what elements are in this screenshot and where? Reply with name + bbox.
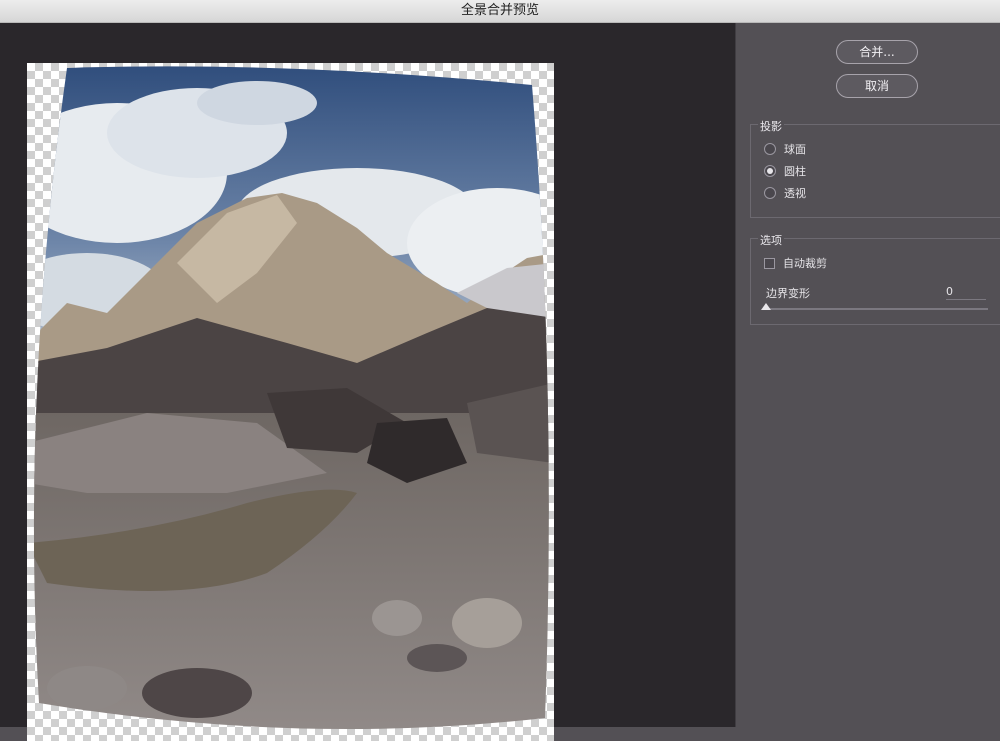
preview-canvas xyxy=(0,23,735,741)
auto-crop-option[interactable]: 自动裁剪 xyxy=(764,255,827,271)
boundary-warp-slider-track[interactable] xyxy=(764,308,988,310)
merge-button[interactable]: 合并... xyxy=(836,40,918,64)
projection-option-spherical[interactable]: 球面 xyxy=(764,141,806,157)
projection-option-label: 透视 xyxy=(784,187,806,200)
cancel-button[interactable]: 取消 xyxy=(836,74,918,98)
settings-panel: 合并... 取消 投影 球面 圆柱 透视 选项 自动裁剪 边界变形 0 xyxy=(735,23,1000,727)
projection-option-perspective[interactable]: 透视 xyxy=(764,185,806,201)
projection-option-label: 圆柱 xyxy=(784,165,806,178)
boundary-warp-slider-thumb[interactable] xyxy=(761,303,771,310)
projection-option-cylindrical[interactable]: 圆柱 xyxy=(764,163,806,179)
panorama-preview xyxy=(27,63,554,741)
radio-cylindrical[interactable] xyxy=(764,165,776,177)
auto-crop-label: 自动裁剪 xyxy=(783,257,827,270)
projection-title: 投影 xyxy=(758,118,784,134)
options-group xyxy=(750,238,1000,325)
options-title: 选项 xyxy=(758,232,784,248)
window-title: 全景合并预览 xyxy=(0,0,1000,23)
projection-option-label: 球面 xyxy=(784,143,806,156)
boundary-warp-value[interactable]: 0 xyxy=(946,285,986,300)
panorama-image xyxy=(33,66,549,730)
radio-spherical[interactable] xyxy=(764,143,776,155)
boundary-warp-label: 边界变形 xyxy=(766,287,810,300)
auto-crop-checkbox[interactable] xyxy=(764,257,775,269)
radio-perspective[interactable] xyxy=(764,187,776,199)
